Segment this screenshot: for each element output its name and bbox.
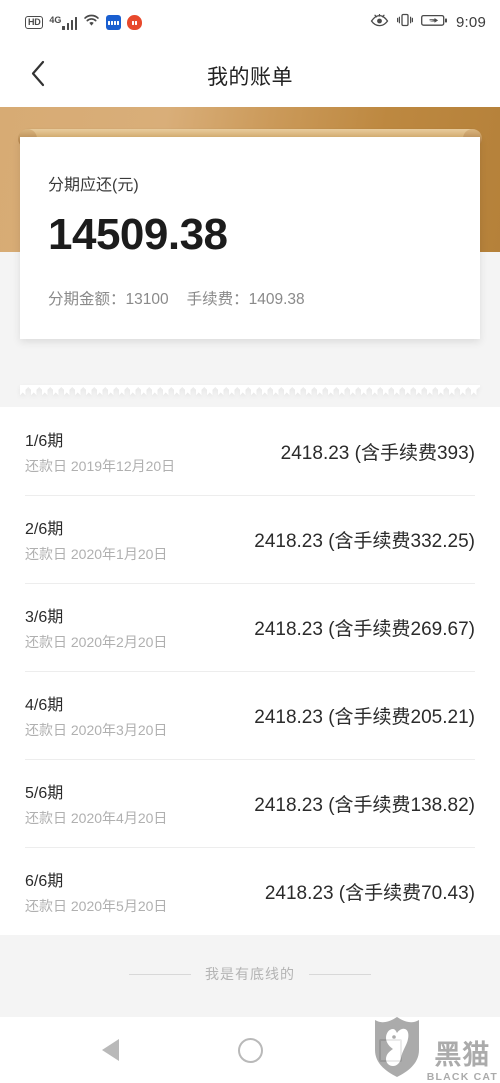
installment-period: 3/6期 <box>25 608 64 626</box>
recents-square-icon <box>378 1038 402 1062</box>
installment-list: 1/6期 还款日 2019年12月20日 2418.23 (含手续费393) 2… <box>0 407 500 935</box>
installment-period: 5/6期 <box>25 784 64 802</box>
row-left: 3/6期 还款日 2020年2月20日 <box>25 603 167 652</box>
row-left: 1/6期 还款日 2019年12月20日 <box>25 427 175 476</box>
app-blue-icon: 1234 <box>106 15 122 30</box>
summary-banner: 分期应还(元) 14509.38 分期金额：13100 手续费：1409.38 <box>0 107 500 407</box>
installment-amount: 2418.23 (含手续费138.82) <box>254 794 475 816</box>
receipt-serrated-edge <box>20 385 480 395</box>
back-triangle-icon <box>101 1039 119 1061</box>
installment-amount: 2418.23 (含手续费332.25) <box>254 530 475 552</box>
network-type-label: 4G <box>49 14 62 25</box>
table-row[interactable]: 3/6期 还款日 2020年2月20日 2418.23 (含手续费269.67) <box>25 583 475 671</box>
status-bar-right: 9:09 <box>370 13 486 32</box>
table-row[interactable]: 2/6期 还款日 2020年1月20日 2418.23 (含手续费332.25) <box>25 495 475 583</box>
fee-amount: 手续费：1409.38 <box>186 291 305 308</box>
hd-badge-icon: HD <box>25 16 44 29</box>
wifi-icon <box>83 14 100 32</box>
eye-comfort-icon <box>370 13 389 32</box>
summary-amount: 14509.38 <box>48 210 228 259</box>
installment-duedate: 还款日 2020年5月20日 <box>25 897 168 914</box>
summary-card: 分期应还(元) 14509.38 分期金额：13100 手续费：1409.38 <box>20 137 480 339</box>
installment-amount: 2418.23 (含手续费205.21) <box>254 706 475 728</box>
installment-duedate: 还款日 2020年2月20日 <box>25 633 168 650</box>
battery-charging-icon <box>421 14 448 32</box>
installment-duedate: 还款日 2020年4月20日 <box>25 809 168 826</box>
phone-screen: HD 4G 1234 12 <box>0 0 500 1083</box>
nav-recents-button[interactable] <box>360 1025 420 1075</box>
home-circle-icon <box>237 1037 263 1063</box>
summary-label: 分期应还(元) <box>48 177 139 194</box>
installment-amount: 2418.23 (含手续费70.43) <box>264 882 475 904</box>
signal-bars-icon: 4G <box>49 14 78 30</box>
table-row[interactable]: 1/6期 还款日 2019年12月20日 2418.23 (含手续费393) <box>25 407 475 495</box>
nav-home-button[interactable] <box>220 1025 280 1075</box>
table-row[interactable]: 6/6期 还款日 2020年5月20日 2418.23 (含手续费70.43) <box>25 847 475 935</box>
row-left: 4/6期 还款日 2020年3月20日 <box>25 691 167 740</box>
list-end-footer: 我是有底线的 <box>0 935 500 1013</box>
installment-amount: 2418.23 (含手续费393) <box>280 442 475 464</box>
installment-period: 2/6期 <box>25 520 64 538</box>
footer-divider-right <box>309 973 371 975</box>
nav-back-button[interactable] <box>80 1025 140 1075</box>
installment-period: 4/6期 <box>25 696 64 714</box>
principal-amount: 分期金额：13100 <box>48 291 169 308</box>
status-bar-clock: 9:09 <box>456 14 486 31</box>
installment-period: 6/6期 <box>25 872 64 890</box>
status-bar-left: HD 4G 1234 12 <box>25 14 143 32</box>
table-row[interactable]: 5/6期 还款日 2020年4月20日 2418.23 (含手续费138.82) <box>25 759 475 847</box>
vibrate-icon <box>397 13 413 32</box>
installment-duedate: 还款日 2019年12月20日 <box>25 457 176 474</box>
footer-text: 我是有底线的 <box>205 966 295 982</box>
app-red-icon: 12 <box>127 15 143 30</box>
table-row[interactable]: 4/6期 还款日 2020年3月20日 2418.23 (含手续费205.21) <box>25 671 475 759</box>
installment-duedate: 还款日 2020年1月20日 <box>25 545 168 562</box>
page-title: 我的账单 <box>207 66 293 89</box>
summary-details: 分期金额：13100 手续费：1409.38 <box>48 287 452 309</box>
chevron-left-icon <box>30 60 46 92</box>
status-bar: HD 4G 1234 12 <box>0 0 500 45</box>
installment-duedate: 还款日 2020年3月20日 <box>25 721 168 738</box>
row-left: 5/6期 还款日 2020年4月20日 <box>25 779 167 828</box>
footer-divider-left <box>129 973 191 975</box>
row-left: 2/6期 还款日 2020年1月20日 <box>25 515 167 564</box>
installment-amount: 2418.23 (含手续费269.67) <box>254 618 475 640</box>
title-bar: 我的账单 <box>0 45 500 107</box>
row-left: 6/6期 还款日 2020年5月20日 <box>25 867 167 916</box>
back-button[interactable] <box>18 45 58 107</box>
system-navigation-bar <box>0 1017 500 1083</box>
signal-strength-bars <box>62 16 78 30</box>
installment-period: 1/6期 <box>25 432 64 450</box>
